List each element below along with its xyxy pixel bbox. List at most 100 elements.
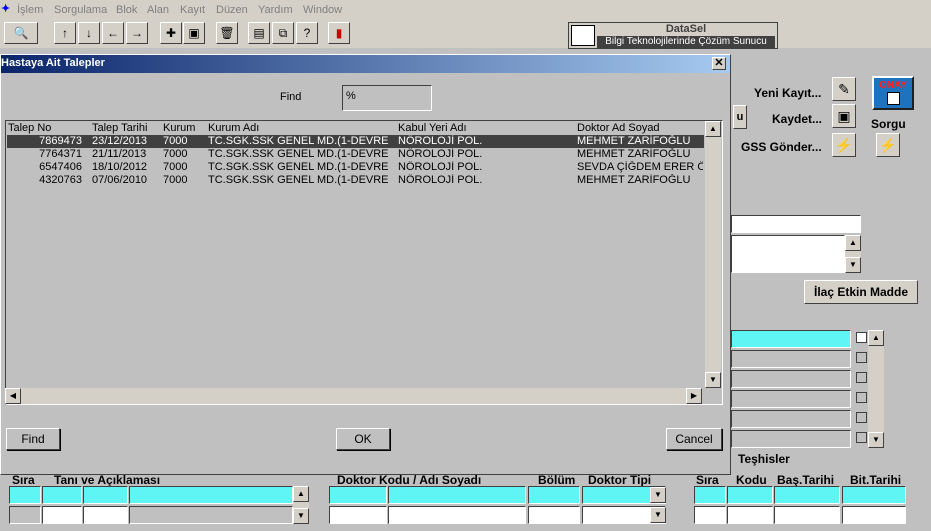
kabul-yeri-cell: NÖROLOJİ POL. [398,161,483,173]
table-row[interactable]: 7764371 21/11/2013 7000 TC.SGK.SSK GENEL… [7,148,704,161]
exit-icon[interactable]: ▮ [328,22,350,44]
clipboard-icon[interactable]: ▤ [248,22,270,44]
find-button[interactable]: Find [6,428,60,450]
list-field[interactable] [731,350,851,368]
menu-sorgulama[interactable]: Sorgulama [54,4,107,16]
grid-cell[interactable] [774,486,840,504]
menu-window[interactable]: Window [303,4,342,16]
arrow-left-icon[interactable]: ← [102,22,124,44]
row-checkbox[interactable] [856,332,867,343]
text-field[interactable] [731,215,861,233]
brand-slogan: Bilgi Teknolojilerinde Çözüm Sunucu [597,36,775,48]
scroll-down-icon[interactable]: ▼ [845,257,861,273]
grid-cell[interactable] [129,506,293,524]
list-field[interactable] [731,390,851,408]
row-checkbox[interactable] [856,372,867,383]
ok-button[interactable]: OK [336,428,390,450]
yeni-kayit-label: Yeni Kayıt... [754,86,822,100]
col-header-bit-tarihi: Bit.Tarihi [850,473,902,487]
scroll-up-icon[interactable]: ▲ [868,330,884,346]
dropdown-arrow-icon[interactable]: ▼ [650,507,666,523]
copy-icon[interactable]: ⧉ [272,22,294,44]
gss-gonder-label: GSS Gönder... [741,140,822,154]
grid-cell[interactable] [727,506,773,524]
menu-yardim[interactable]: Yardım [258,4,293,16]
kurum-cell: 7000 [163,148,188,160]
row-checkbox[interactable] [856,392,867,403]
help-icon[interactable]: ? [296,22,318,44]
scroll-left-icon[interactable]: ◀ [5,388,21,404]
lightning-icon[interactable]: ⚡ [876,133,900,157]
grid-cell[interactable] [694,506,726,524]
grid-cell[interactable] [42,506,82,524]
new-record-icon[interactable]: ✎ [832,77,856,101]
row-checkbox[interactable] [856,352,867,363]
grid-cell[interactable] [694,486,726,504]
grid-cell[interactable] [42,486,82,504]
menu-duzen[interactable]: Düzen [216,4,248,16]
grid-cell[interactable] [9,506,41,524]
scroll-down-icon[interactable]: ▼ [868,432,884,448]
menu-blok[interactable]: Blok [116,4,137,16]
new-record-icon[interactable]: ✚ [160,22,182,44]
scroll-down-icon[interactable]: ▼ [293,508,309,524]
ilac-etkin-madde-button[interactable]: İlaç Etkin Madde [804,280,918,304]
scroll-down-icon[interactable]: ▼ [705,372,721,388]
col-header-sira: Sıra [696,473,719,487]
find-input[interactable]: % [342,85,432,111]
grid-cell[interactable] [9,486,41,504]
grid-cell[interactable] [842,486,906,504]
text-area[interactable] [731,235,845,273]
col-header-kodu: Kodu [736,473,767,487]
grid-cell[interactable] [528,486,580,504]
grid-cell[interactable] [528,506,580,524]
scrollbar[interactable]: ▲ ▼ [868,330,884,448]
grid-cell[interactable] [842,506,906,524]
table-row[interactable]: 4320763 07/06/2010 7000 TC.SGK.SSK GENEL… [7,174,704,187]
onay-checkbox[interactable] [887,92,900,105]
table-row[interactable]: 7869473 23/12/2013 7000 TC.SGK.SSK GENEL… [7,135,704,148]
grid-cell[interactable] [388,506,526,524]
grid-cell[interactable] [329,486,387,504]
grid-cell[interactable] [388,486,526,504]
save-icon[interactable]: ▣ [183,22,205,44]
row-checkbox[interactable] [856,432,867,443]
scroll-up-icon[interactable]: ▲ [845,235,861,251]
menu-islem[interactable]: İşlem [17,4,43,16]
lightning-icon[interactable]: ⚡ [832,133,856,157]
grid-cell[interactable] [727,486,773,504]
close-icon[interactable]: ✕ [712,57,726,70]
list-field[interactable] [731,430,851,448]
scroll-right-icon[interactable]: ▶ [686,388,702,404]
list-field[interactable] [731,410,851,428]
scroll-up-icon[interactable]: ▲ [293,486,309,502]
row-checkbox[interactable] [856,412,867,423]
menu-kayit[interactable]: Kayıt [180,4,205,16]
grid-horizontal-scrollbar[interactable]: ◀ ▶ [5,388,702,404]
scroll-up-icon[interactable]: ▲ [705,121,721,137]
list-field[interactable] [731,330,851,348]
delete-icon[interactable]: 🗑 [216,22,238,44]
list-field[interactable] [731,370,851,388]
grid-cell[interactable] [83,506,128,524]
arrow-up-icon[interactable]: ↑ [54,22,76,44]
arrow-down-icon[interactable]: ↓ [78,22,100,44]
partial-button[interactable]: u [733,105,747,129]
onay-button[interactable]: ONAY [872,76,914,110]
grid-cell[interactable] [83,486,128,504]
onay-label: ONAY [879,80,907,91]
scrollbar[interactable]: ▲ ▼ [293,486,309,524]
save-icon[interactable]: ▣ [832,104,856,128]
dialog-titlebar[interactable]: Hastaya Ait Talepler ✕ [1,55,730,73]
menu-alan[interactable]: Alan [147,4,169,16]
grid-vertical-scrollbar[interactable]: ▲ ▼ [705,121,721,388]
arrow-right-icon[interactable]: → [126,22,148,44]
cancel-button[interactable]: Cancel [666,428,722,450]
scrollbar[interactable]: ▲ ▼ [845,235,861,273]
grid-cell[interactable] [129,486,293,504]
dropdown-arrow-icon[interactable]: ▼ [650,487,666,503]
enter-query-icon[interactable]: 🔍 [4,22,38,44]
table-row[interactable]: 6547406 18/10/2012 7000 TC.SGK.SSK GENEL… [7,161,704,174]
grid-cell[interactable] [774,506,840,524]
grid-cell[interactable] [329,506,387,524]
